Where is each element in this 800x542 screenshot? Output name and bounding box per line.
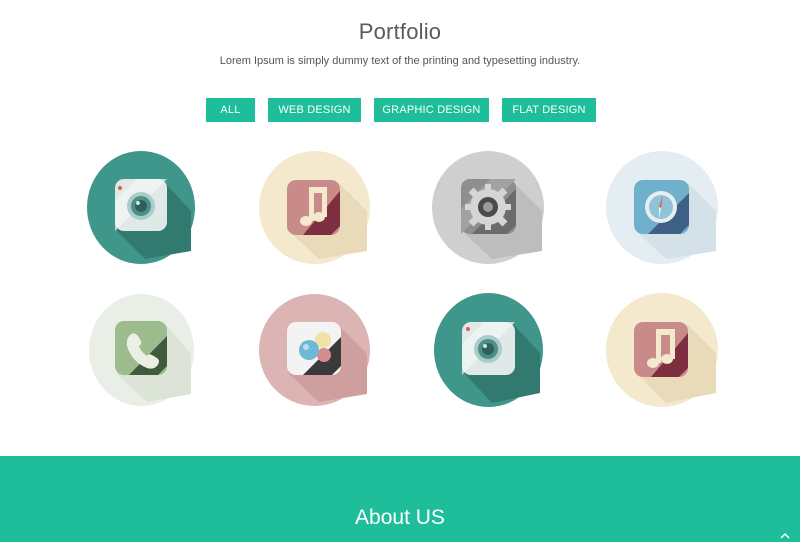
- camera-app-icon: [462, 322, 540, 403]
- compass-app-icon: [634, 180, 716, 259]
- portfolio-item-phone[interactable]: [89, 294, 194, 406]
- settings-gear-icon: [461, 179, 542, 259]
- about-section: About US: [0, 456, 800, 542]
- game-center-app-icon: [287, 322, 367, 402]
- chevron-up-icon[interactable]: [780, 532, 790, 540]
- portfolio-item-music-2[interactable]: [606, 293, 718, 407]
- music-app-icon: [287, 180, 367, 259]
- portfolio-grid: [0, 0, 800, 440]
- music-app-icon: [634, 322, 716, 403]
- portfolio-item-camera-2[interactable]: [434, 293, 543, 407]
- portfolio-item-camera[interactable]: [87, 151, 195, 264]
- portfolio-item-compass[interactable]: [606, 151, 718, 264]
- portfolio-item-settings[interactable]: [432, 151, 544, 264]
- camera-app-icon: [115, 179, 191, 259]
- phone-app-icon: [115, 321, 191, 402]
- portfolio-item-music[interactable]: [259, 151, 370, 264]
- about-title: About US: [355, 506, 445, 529]
- portfolio-item-game-center[interactable]: [259, 294, 370, 406]
